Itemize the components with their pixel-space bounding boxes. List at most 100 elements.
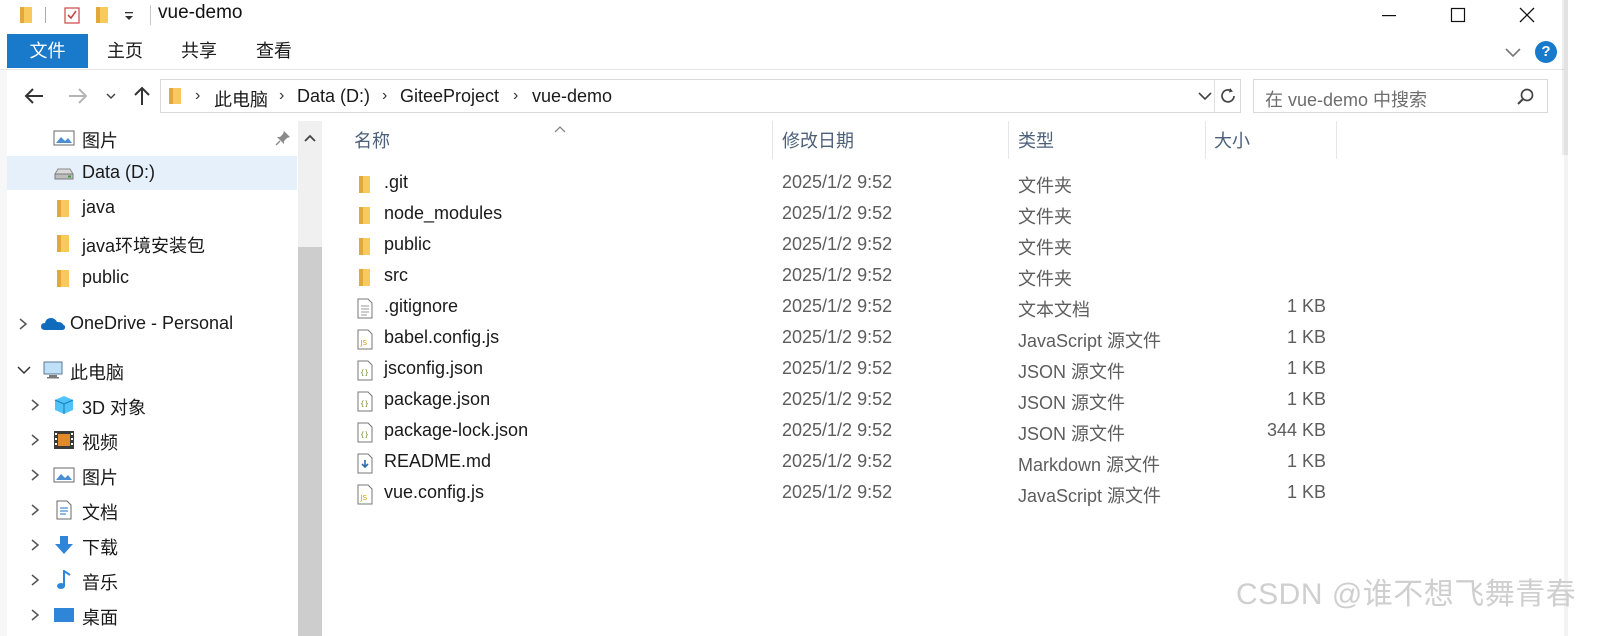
file-row[interactable]: .gitignore 2025/1/2 9:52 文本文档 1 KB	[346, 293, 1346, 324]
window-left-edge	[0, 34, 7, 636]
file-row[interactable]: JS vue.config.js 2025/1/2 9:52 JavaScrip…	[346, 479, 1346, 510]
minimize-button[interactable]	[1354, 0, 1424, 30]
chevron-right-icon: ›	[195, 87, 201, 104]
refresh-icon[interactable]	[1218, 86, 1238, 111]
file-row[interactable]: README.md 2025/1/2 9:52 Markdown 源文件 1 K…	[346, 448, 1346, 479]
new-folder-icon[interactable]	[94, 4, 112, 26]
column-header-date[interactable]: 修改日期	[782, 121, 1002, 161]
file-row[interactable]: node_modules 2025/1/2 9:52 文件夹	[346, 200, 1346, 231]
close-button[interactable]	[1492, 0, 1562, 30]
address-dropdown-icon[interactable]	[1197, 88, 1213, 109]
nav-item-label: java	[82, 197, 116, 217]
tab-share[interactable]: 共享	[170, 34, 228, 68]
chevron-right-icon[interactable]	[28, 467, 42, 483]
chevron-right-icon[interactable]	[28, 607, 42, 623]
scroll-up-icon[interactable]	[304, 129, 316, 150]
breadcrumb-drive[interactable]: Data (D:)	[297, 86, 370, 107]
file-type: 文件夹	[1018, 238, 1072, 258]
nav-item-videos[interactable]: 视频	[7, 423, 297, 457]
nav-item-documents[interactable]: 文档	[7, 493, 297, 527]
nav-item-pictures[interactable]: 图片	[7, 458, 297, 492]
maximize-button[interactable]	[1423, 0, 1493, 30]
file-name: jsconfig.json	[384, 358, 484, 378]
navigation-scrollbar[interactable]	[298, 121, 322, 636]
recent-locations-icon[interactable]	[102, 82, 120, 110]
json-file-icon: {}	[356, 422, 374, 443]
chevron-right-icon[interactable]	[28, 432, 42, 448]
column-header-size[interactable]: 大小	[1214, 121, 1324, 161]
file-date: 2025/1/2 9:52	[782, 296, 893, 316]
nav-item-downloads[interactable]: 下载	[7, 528, 297, 562]
chevron-down-icon[interactable]	[16, 362, 31, 378]
column-header-type[interactable]: 类型	[1018, 121, 1198, 161]
column-header-name[interactable]: 名称	[354, 121, 764, 161]
expand-ribbon-icon[interactable]	[1503, 42, 1523, 67]
nav-item-label: 桌面	[82, 608, 118, 628]
nav-item-data-drive[interactable]: Data (D:)	[7, 156, 297, 190]
svg-text:{}: {}	[360, 369, 369, 377]
file-row[interactable]: {} package-lock.json 2025/1/2 9:52 JSON …	[346, 417, 1346, 448]
chevron-right-icon[interactable]	[16, 316, 30, 332]
chevron-right-icon: ›	[513, 87, 519, 104]
back-button[interactable]	[18, 82, 50, 110]
chevron-right-icon[interactable]	[28, 537, 42, 553]
tab-file[interactable]: 文件	[7, 34, 88, 68]
up-button[interactable]	[128, 82, 156, 110]
nav-item-this-pc[interactable]: 此电脑	[7, 353, 297, 387]
tab-view[interactable]: 查看	[245, 34, 303, 68]
search-box[interactable]: 在 vue-demo 中搜索	[1253, 79, 1548, 113]
file-type: 文件夹	[1018, 269, 1072, 289]
file-type: 文件夹	[1018, 176, 1072, 196]
nav-item-3d-objects[interactable]: 3D 对象	[7, 388, 297, 422]
chevron-right-icon[interactable]	[28, 397, 42, 413]
divider	[1214, 80, 1215, 112]
customize-toolbar-icon[interactable]	[122, 4, 136, 26]
nav-item-desktop[interactable]: 桌面	[7, 598, 297, 632]
column-divider[interactable]	[1008, 121, 1009, 159]
nav-item-label: 此电脑	[70, 363, 124, 383]
address-bar[interactable]: › 此电脑 › Data (D:) › GiteeProject › vue-d…	[160, 79, 1241, 113]
file-date: 2025/1/2 9:52	[782, 482, 893, 502]
nav-item-pictures-quick[interactable]: 图片	[7, 121, 297, 155]
file-size: 344 KB	[1266, 420, 1326, 440]
chevron-right-icon[interactable]	[28, 502, 42, 518]
folder-icon	[356, 174, 374, 195]
file-type: 文本文档	[1018, 300, 1090, 320]
nav-item-music[interactable]: 音乐	[7, 563, 297, 597]
breadcrumb-vue-demo[interactable]: vue-demo	[532, 86, 612, 107]
nav-item-onedrive[interactable]: OneDrive - Personal	[7, 307, 297, 341]
file-row[interactable]: public 2025/1/2 9:52 文件夹	[346, 231, 1346, 262]
pin-icon[interactable]	[275, 130, 291, 151]
file-type: JavaScript 源文件	[1018, 331, 1162, 351]
tab-home[interactable]: 主页	[96, 34, 154, 68]
file-row[interactable]: {} jsconfig.json 2025/1/2 9:52 JSON 源文件 …	[346, 355, 1346, 386]
file-row[interactable]: .git 2025/1/2 9:52 文件夹	[346, 169, 1346, 200]
svg-text:JS: JS	[360, 494, 368, 502]
column-divider[interactable]	[1336, 121, 1337, 159]
nav-item-public[interactable]: public	[7, 261, 297, 295]
help-button[interactable]: ?	[1535, 41, 1557, 63]
file-date: 2025/1/2 9:52	[782, 203, 893, 223]
scrollbar-thumb[interactable]	[298, 247, 322, 636]
nav-item-java-installers[interactable]: java环境安装包	[7, 226, 297, 260]
file-name: package-lock.json	[384, 420, 529, 440]
forward-button[interactable]	[62, 82, 94, 110]
properties-icon[interactable]	[62, 4, 82, 26]
file-name: node_modules	[384, 203, 503, 223]
downloads-icon	[53, 535, 75, 555]
js-file-icon: JS	[356, 484, 374, 505]
search-icon[interactable]	[1516, 87, 1536, 112]
folder-icon	[356, 205, 374, 226]
breadcrumb-gitee-project[interactable]: GiteeProject	[400, 86, 499, 107]
nav-item-java[interactable]: java	[7, 191, 297, 225]
file-row[interactable]: {} package.json 2025/1/2 9:52 JSON 源文件 1…	[346, 386, 1346, 417]
breadcrumb-this-pc[interactable]: 此电脑	[214, 86, 268, 112]
column-divider[interactable]	[772, 121, 773, 159]
file-name: public	[384, 234, 432, 254]
file-date: 2025/1/2 9:52	[782, 172, 893, 192]
column-divider[interactable]	[1205, 121, 1206, 159]
file-row[interactable]: src 2025/1/2 9:52 文件夹	[346, 262, 1346, 293]
file-row[interactable]: JS babel.config.js 2025/1/2 9:52 JavaScr…	[346, 324, 1346, 355]
chevron-right-icon[interactable]	[28, 572, 42, 588]
window-right-shadow	[1562, 0, 1568, 155]
